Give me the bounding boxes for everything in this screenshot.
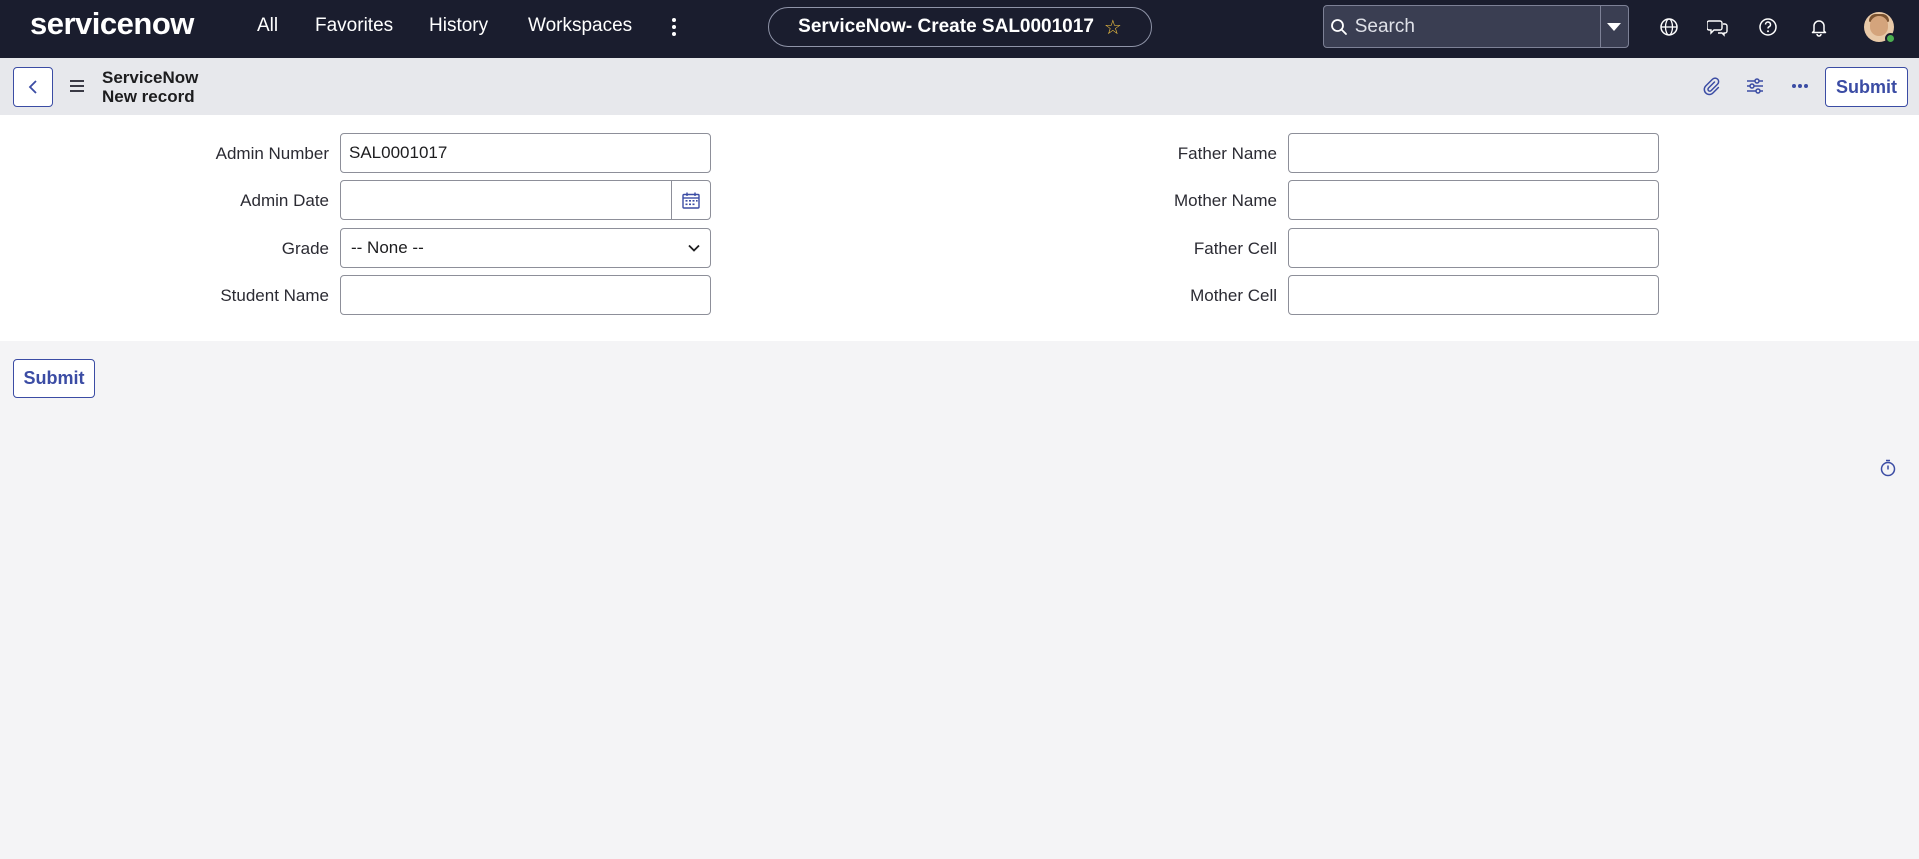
timer-icon[interactable] bbox=[1879, 459, 1897, 477]
back-icon bbox=[28, 80, 37, 94]
back-button[interactable] bbox=[13, 67, 53, 107]
nav-all[interactable]: All bbox=[257, 15, 278, 37]
page-title-pill[interactable]: ServiceNow- Create SAL0001017 ☆ bbox=[768, 7, 1152, 47]
submit-button-bottom[interactable]: Submit bbox=[13, 359, 95, 398]
father-name-label: Father Name bbox=[1177, 144, 1277, 163]
attachment-icon[interactable] bbox=[1699, 74, 1723, 98]
nav-workspaces[interactable]: Workspaces bbox=[528, 15, 632, 37]
help-icon[interactable] bbox=[1756, 15, 1780, 39]
record-form: Admin Number Admin Date Grade -- None --… bbox=[0, 115, 1919, 341]
servicenow-logo[interactable]: servicenow bbox=[30, 6, 194, 42]
search-icon bbox=[1324, 6, 1355, 47]
chevron-down-icon bbox=[688, 244, 700, 252]
more-icon[interactable] bbox=[1788, 74, 1812, 98]
record-header: ServiceNow New record Submit bbox=[0, 58, 1919, 115]
grade-select[interactable]: -- None -- bbox=[340, 228, 711, 268]
globe-icon[interactable] bbox=[1657, 15, 1681, 39]
settings-icon[interactable] bbox=[1743, 74, 1767, 98]
admin-number-label: Admin Number bbox=[215, 144, 329, 163]
admin-number-field[interactable] bbox=[340, 133, 711, 173]
mother-name-field[interactable] bbox=[1288, 180, 1659, 220]
admin-date-label: Admin Date bbox=[240, 191, 329, 210]
nav-favorites[interactable]: Favorites bbox=[315, 15, 393, 37]
mother-name-label: Mother Name bbox=[1174, 191, 1277, 210]
mother-cell-label: Mother Cell bbox=[1190, 286, 1277, 305]
menu-icon[interactable] bbox=[70, 80, 84, 92]
father-name-field[interactable] bbox=[1288, 133, 1659, 173]
student-name-field[interactable] bbox=[340, 275, 711, 315]
mother-cell-field[interactable] bbox=[1288, 275, 1659, 315]
admin-date-picker bbox=[340, 180, 711, 220]
page-title: ServiceNow- Create SAL0001017 bbox=[798, 16, 1094, 37]
bell-icon[interactable] bbox=[1807, 15, 1831, 39]
father-cell-label: Father Cell bbox=[1193, 239, 1277, 258]
search-input[interactable] bbox=[1354, 6, 1600, 47]
calendar-icon[interactable] bbox=[671, 181, 710, 219]
breadcrumb: ServiceNow New record bbox=[102, 68, 198, 106]
avatar[interactable] bbox=[1864, 12, 1896, 44]
chat-icon[interactable] bbox=[1706, 15, 1730, 39]
student-name-label: Student Name bbox=[220, 286, 329, 305]
submit-button-top[interactable]: Submit bbox=[1825, 67, 1908, 107]
global-search bbox=[1323, 5, 1629, 48]
breadcrumb-app: ServiceNow bbox=[102, 68, 199, 87]
online-status-badge bbox=[1885, 33, 1896, 44]
grade-selected-value: -- None -- bbox=[351, 238, 424, 257]
more-menu-icon[interactable] bbox=[666, 16, 682, 38]
star-icon[interactable]: ☆ bbox=[1104, 15, 1122, 40]
grade-label: Grade bbox=[281, 239, 329, 258]
father-cell-field[interactable] bbox=[1288, 228, 1659, 268]
dropdown-arrow-icon[interactable] bbox=[1599, 6, 1628, 47]
admin-date-field[interactable] bbox=[341, 181, 671, 219]
breadcrumb-record: New record bbox=[102, 87, 195, 106]
nav-history[interactable]: History bbox=[429, 15, 488, 37]
top-navigation: servicenow All Favorites History Workspa… bbox=[0, 0, 1919, 58]
